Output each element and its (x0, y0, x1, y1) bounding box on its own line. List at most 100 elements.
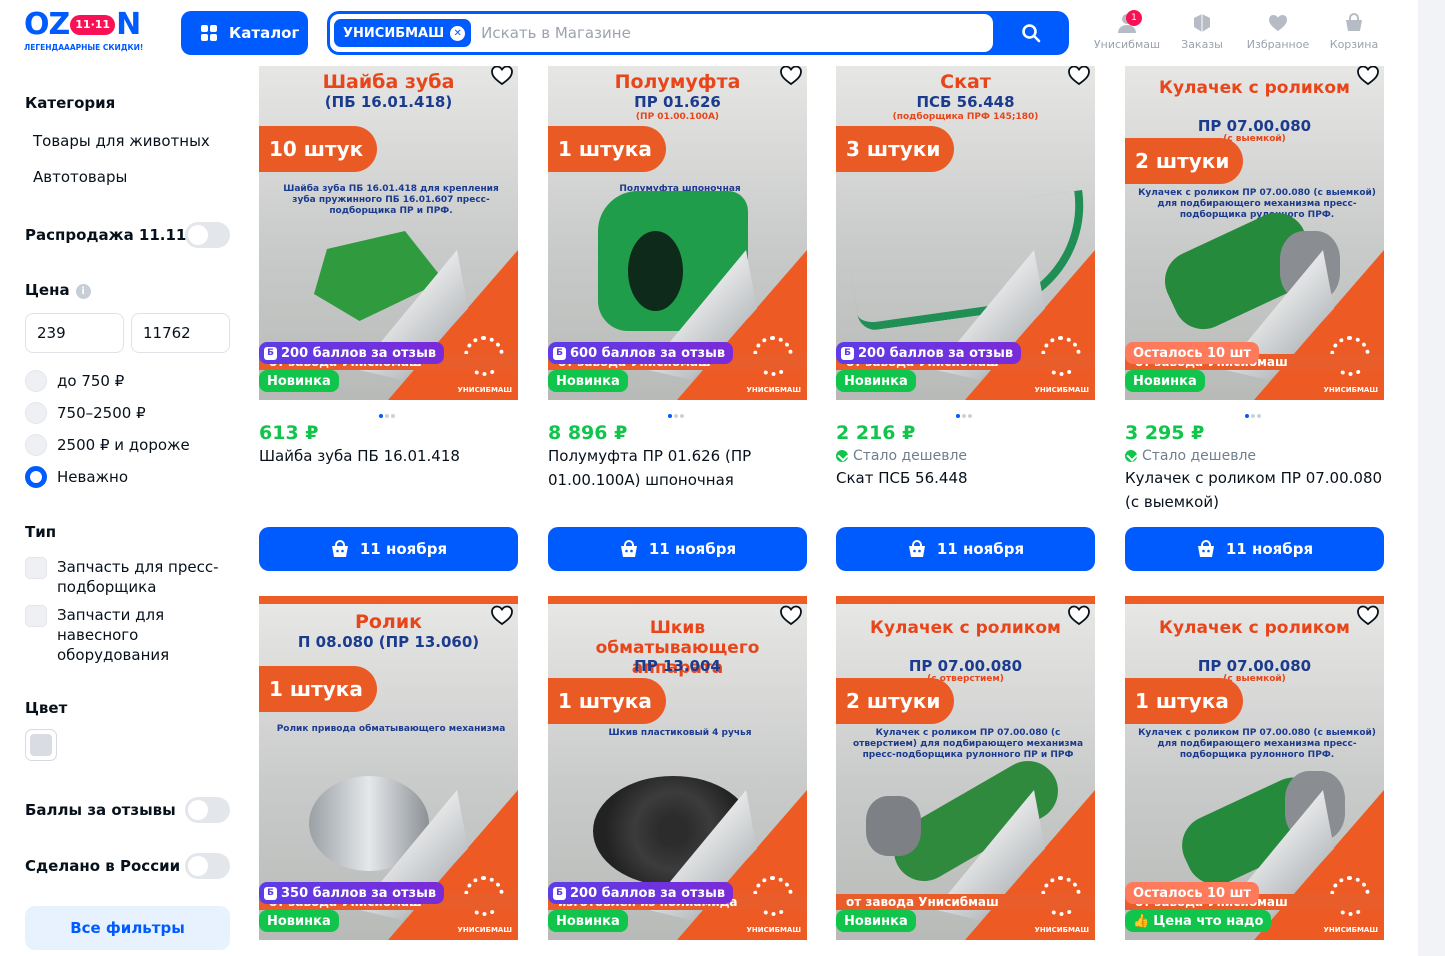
points-icon: Б (553, 886, 566, 900)
quantity-label: 2 штуки (836, 678, 955, 724)
brand-label: УНИСИБМАШ (457, 386, 512, 394)
made-in-russia-toggle[interactable] (185, 853, 230, 879)
image-description: Кулачек с роликом ПР 07.00.080 (с выемко… (1138, 728, 1376, 760)
new-badge: Новинка (548, 910, 628, 932)
search-store-chip[interactable]: УНИСИБМАШ ✕ (334, 19, 472, 47)
nav-profile-label: Унисибмаш (1093, 38, 1161, 51)
nav-favorites[interactable]: Избранное (1244, 12, 1312, 51)
favorite-heart-icon[interactable] (1356, 604, 1380, 626)
product-name[interactable]: Кулачек с роликом ПР 07.00.080 (с выемко… (1125, 466, 1384, 514)
product-card[interactable]: Кулачек с роликом ПР 07.00.080 (с отверсти… (836, 596, 1095, 956)
points-icon: Б (264, 346, 277, 360)
new-badge: Новинка (259, 910, 339, 932)
arrow-down-icon (1125, 450, 1137, 462)
price-option-selected[interactable]: Неважно (25, 466, 128, 488)
sale-toggle[interactable] (185, 222, 230, 248)
cart-icon (1346, 13, 1362, 31)
product-card[interactable]: Шкив обматывающего аппарата ПР 13.004 1 шт… (548, 596, 807, 956)
search-placeholder: Искать в Магазине (481, 24, 631, 42)
nav-orders-label: Заказы (1181, 38, 1223, 51)
add-to-cart-button[interactable]: 11 ноября (548, 527, 807, 571)
product-name[interactable]: Скат ПСБ 56.448 (836, 466, 1095, 490)
brand-label: УНИСИБМАШ (1034, 386, 1089, 394)
product-image[interactable]: Кулачек с роликом ПР 07.00.080 (с отверсти… (836, 596, 1095, 940)
quantity-label: 1 штука (548, 126, 666, 172)
price-option[interactable]: до 750 ₽ (25, 370, 124, 392)
close-icon[interactable]: ✕ (450, 25, 466, 41)
info-icon[interactable]: i (75, 284, 91, 299)
type-checkbox[interactable]: Запчасти для навесного оборудования (25, 605, 225, 665)
image-pager[interactable] (379, 414, 395, 418)
category-title: Категория (25, 94, 116, 112)
price-from-input[interactable]: 239 (25, 313, 124, 353)
points-icon: Б (264, 886, 277, 900)
cart-icon (908, 540, 925, 557)
product-name[interactable]: Шайба зуба ПБ 16.01.418 (259, 444, 518, 468)
reviews-points-label: Баллы за отзывы (25, 801, 176, 819)
reviews-points-toggle[interactable] (185, 797, 230, 823)
catalog-label: Каталог (229, 24, 300, 42)
type-checkbox[interactable]: Запчасть для пресс-подборщика (25, 557, 225, 597)
product-price: 3 295 ₽ (1125, 422, 1205, 444)
search-icon (1022, 24, 1041, 43)
image-code: ПР 07.00.080 (1197, 657, 1312, 675)
favorite-heart-icon[interactable] (490, 64, 514, 86)
category-link[interactable]: Товары для животных (33, 132, 210, 150)
logo-wordmark: OZ 11·11 N (24, 7, 141, 42)
image-code: ПСБ 56.448 (916, 93, 1015, 111)
search-input[interactable]: УНИСИБМАШ ✕ Искать в Магазине (330, 14, 993, 52)
all-filters-button[interactable]: Все фильтры (25, 906, 230, 950)
quantity-label: 1 штука (1125, 678, 1243, 724)
catalog-button[interactable]: Каталог (181, 11, 308, 55)
add-to-cart-button[interactable]: 11 ноября (259, 527, 518, 571)
nav-cart[interactable]: Корзина (1328, 12, 1380, 51)
ozon-logo[interactable]: OZ 11·11 N ЛЕГЕНДАААРНЫЕ СКИДКИ! (24, 10, 164, 56)
price-drop-label: Стало дешевле (836, 448, 967, 464)
nav-orders[interactable]: Заказы (1178, 12, 1226, 51)
type-title: Тип (25, 523, 57, 541)
add-to-cart-button[interactable]: 11 ноября (836, 527, 1095, 571)
box-icon (1194, 14, 1210, 32)
header: OZ 11·11 N ЛЕГЕНДАААРНЫЕ СКИДКИ! Каталог У… (0, 0, 1418, 66)
nav-profile[interactable]: 1 Унисибмаш (1093, 10, 1161, 51)
brand-label: УНИСИБМАШ (457, 926, 512, 934)
search-bar: УНИСИБМАШ ✕ Искать в Магазине (327, 11, 1069, 55)
image-description: Кулачек с роликом ПР 07.00.080 (с отверс… (852, 728, 1084, 760)
new-badge: Новинка (836, 910, 916, 932)
category-link[interactable]: Автотовары (33, 168, 127, 186)
review-points-badge: Б 350 баллов за отзыв (259, 882, 445, 904)
price-option[interactable]: 2500 ₽ и дороже (25, 434, 190, 456)
search-chip-label: УНИСИБМАШ (343, 25, 445, 41)
image-title: Скат (940, 71, 991, 93)
new-badge: Новинка (548, 370, 628, 392)
price-option[interactable]: 750–2500 ₽ (25, 402, 146, 424)
image-pager[interactable] (956, 414, 972, 418)
product-price: 8 896 ₽ (548, 422, 628, 444)
image-title: Кулачек с роликом (1159, 78, 1350, 98)
favorite-heart-icon[interactable] (1067, 604, 1091, 626)
brand-label: УНИСИБМАШ (1323, 386, 1378, 394)
favorite-heart-icon[interactable] (490, 604, 514, 626)
product-card[interactable]: Кулачек с роликом ПР 07.00.080 (с выемкой)… (1125, 596, 1384, 956)
color-title: Цвет (25, 699, 68, 717)
stock-left-badge: Осталось 10 шт (1125, 882, 1259, 904)
product-name[interactable]: Полумуфта ПР 01.626 (ПР 01.00.100А) шпон… (548, 444, 807, 492)
thumbs-up-icon: 👍 (1133, 913, 1150, 929)
product-card[interactable]: Ролик П 08.080 (ПР 13.060) 1 штука Ролик пр… (259, 596, 518, 956)
search-button[interactable] (993, 11, 1069, 55)
filters-sidebar: Категория Товары для животных Автотовары… (0, 66, 250, 956)
add-to-cart-button[interactable]: 11 ноября (1125, 527, 1384, 571)
favorite-heart-icon[interactable] (779, 64, 803, 86)
image-pager[interactable] (668, 414, 684, 418)
price-to-input[interactable]: 11762 (131, 313, 230, 353)
nav-cart-label: Корзина (1329, 38, 1379, 51)
color-swatch[interactable] (25, 729, 57, 761)
new-badge: Новинка (259, 370, 339, 392)
image-pager[interactable] (1245, 414, 1261, 418)
new-badge: 👍 Цена что надо (1125, 910, 1272, 932)
page: OZ 11·11 N ЛЕГЕНДАААРНЫЕ СКИДКИ! Каталог У… (0, 0, 1445, 956)
image-code: П 08.080 (ПР 13.060) (297, 633, 480, 651)
favorite-heart-icon[interactable] (1067, 64, 1091, 86)
favorite-heart-icon[interactable] (779, 604, 803, 626)
favorite-heart-icon[interactable] (1356, 64, 1380, 86)
